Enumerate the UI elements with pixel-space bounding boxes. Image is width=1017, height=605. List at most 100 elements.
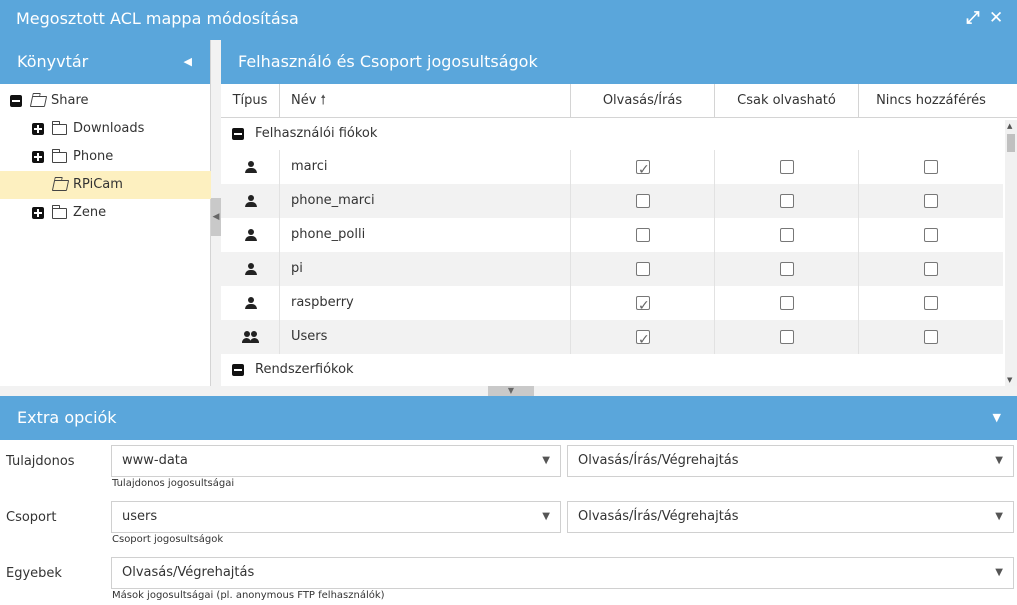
group-row-system-accounts[interactable]: Rendszerfiókok [221,354,1003,386]
directory-panel-title: Könyvtár [17,52,89,71]
tree-item-zene[interactable]: Zene [0,199,211,227]
expand-arrows-icon[interactable]: ⤢ [966,8,980,28]
table-row[interactable]: pi [221,252,1003,286]
owner-hint: Tulajdonos jogosultságai [112,478,235,489]
extra-options-title: Extra opciók [17,408,117,427]
read-only-checkbox[interactable] [780,228,794,242]
type-cell [221,252,280,286]
tree-item-downloads[interactable]: Downloads [0,115,211,143]
scroll-down-icon[interactable]: ▼ [1007,376,1012,384]
tree-expand-icon[interactable] [32,151,44,163]
window-title: Megosztott ACL mappa módosítása [16,9,299,28]
table-row[interactable]: phone_polli [221,218,1003,252]
user-icon [245,195,257,207]
group-permission-select[interactable]: Olvasás/Írás/Végrehajtás ▼ [567,501,1014,533]
permissions-panel-header: Felhasználó és Csoport jogosultságok [221,40,1017,84]
table-row[interactable]: Users [221,320,1003,357]
chevron-down-icon[interactable]: ▼ [542,502,550,532]
chevron-down-icon[interactable]: ▼ [993,396,1001,440]
group-select[interactable]: users ▼ [111,501,561,533]
scroll-up-icon[interactable]: ▲ [1007,122,1012,130]
no-access-checkbox[interactable] [924,262,938,276]
column-header-label: Típus [232,93,268,108]
column-header-no-access[interactable]: Nincs hozzáférés [859,84,1003,118]
no-access-checkbox[interactable] [924,194,938,208]
read-write-cell [571,320,715,357]
no-access-cell [859,252,1003,286]
name-cell: phone_marci [280,184,571,218]
splitter-collapse-down-icon[interactable]: ▼ [488,386,534,396]
column-header-name[interactable]: Név 🠕 [280,84,571,118]
tree-collapse-icon[interactable] [10,95,22,107]
type-cell [221,320,280,354]
tree-expand-icon[interactable] [32,123,44,135]
close-x-icon[interactable]: ✕ [989,8,1003,28]
user-icon [245,229,257,241]
read-only-cell [715,286,859,320]
collapse-left-icon[interactable]: ◀ [184,40,192,84]
extra-options-header[interactable]: Extra opciók ▼ [0,396,1017,440]
folder-icon [51,205,67,219]
chevron-down-icon[interactable]: ▼ [995,558,1003,588]
read-write-cell [571,150,715,187]
read-write-cell [571,286,715,323]
chevron-down-icon[interactable]: ▼ [542,446,550,476]
no-access-checkbox[interactable] [924,330,938,344]
read-write-checkbox[interactable] [636,262,650,276]
read-only-cell [715,184,859,218]
table-row[interactable]: marci [221,150,1003,187]
read-only-cell [715,150,859,184]
column-header-label: Csak olvasható [737,93,836,108]
group-row-user-accounts[interactable]: Felhasználói fiókok [221,118,1003,150]
no-access-cell [859,150,1003,184]
read-write-checkbox[interactable] [636,153,650,187]
table-row[interactable]: raspberry [221,286,1003,323]
owner-permission-select[interactable]: Olvasás/Írás/Végrehajtás ▼ [567,445,1014,477]
read-write-checkbox[interactable] [636,194,650,208]
read-write-cell [571,252,715,286]
group-icon [242,331,260,343]
others-permission-select[interactable]: Olvasás/Végrehajtás ▼ [111,557,1014,589]
type-cell [221,286,280,320]
column-header-type[interactable]: Típus [221,84,280,118]
read-write-checkbox[interactable] [636,228,650,242]
type-cell [221,218,280,252]
read-only-cell [715,218,859,252]
scroll-thumb[interactable] [1007,134,1015,152]
read-write-checkbox[interactable] [636,289,650,323]
folder-open-icon [51,180,70,191]
read-write-cell [571,184,715,218]
no-access-checkbox[interactable] [924,228,938,242]
tree-item-phone[interactable]: Phone [0,143,211,171]
grid-scrollbar[interactable]: ▲ ▼ [1005,120,1017,386]
read-only-checkbox[interactable] [780,194,794,208]
tree-item-share[interactable]: Share [0,87,211,115]
tree-item-rpicam[interactable]: RPiCam [0,171,211,199]
chevron-down-icon[interactable]: ▼ [995,446,1003,476]
column-header-read-write[interactable]: Olvasás/Írás [571,84,715,118]
column-header-label: Nincs hozzáférés [876,93,986,108]
read-only-checkbox[interactable] [780,330,794,344]
tree-item-label: Share [51,93,89,108]
read-only-checkbox[interactable] [780,296,794,310]
owner-select[interactable]: www-data ▼ [111,445,561,477]
chevron-down-icon[interactable]: ▼ [995,502,1003,532]
no-access-cell [859,184,1003,218]
read-only-checkbox[interactable] [780,262,794,276]
column-header-label: Olvasás/Írás [602,93,683,108]
column-header-read-only[interactable]: Csak olvasható [715,84,859,118]
group-collapse-icon[interactable] [232,128,244,140]
no-access-checkbox[interactable] [924,296,938,310]
name-cell: marci [280,150,571,184]
group-collapse-icon[interactable] [232,364,244,376]
column-header-label: Név [291,93,317,108]
read-write-cell [571,218,715,252]
read-only-checkbox[interactable] [780,160,794,174]
read-write-checkbox[interactable] [636,323,650,357]
table-row[interactable]: phone_marci [221,184,1003,218]
tree-item-label: RPiCam [73,177,123,192]
folder-icon [51,149,67,163]
tree-expand-icon[interactable] [32,207,44,219]
splitter-collapse-icon[interactable]: ◀ [211,198,221,236]
no-access-checkbox[interactable] [924,160,938,174]
